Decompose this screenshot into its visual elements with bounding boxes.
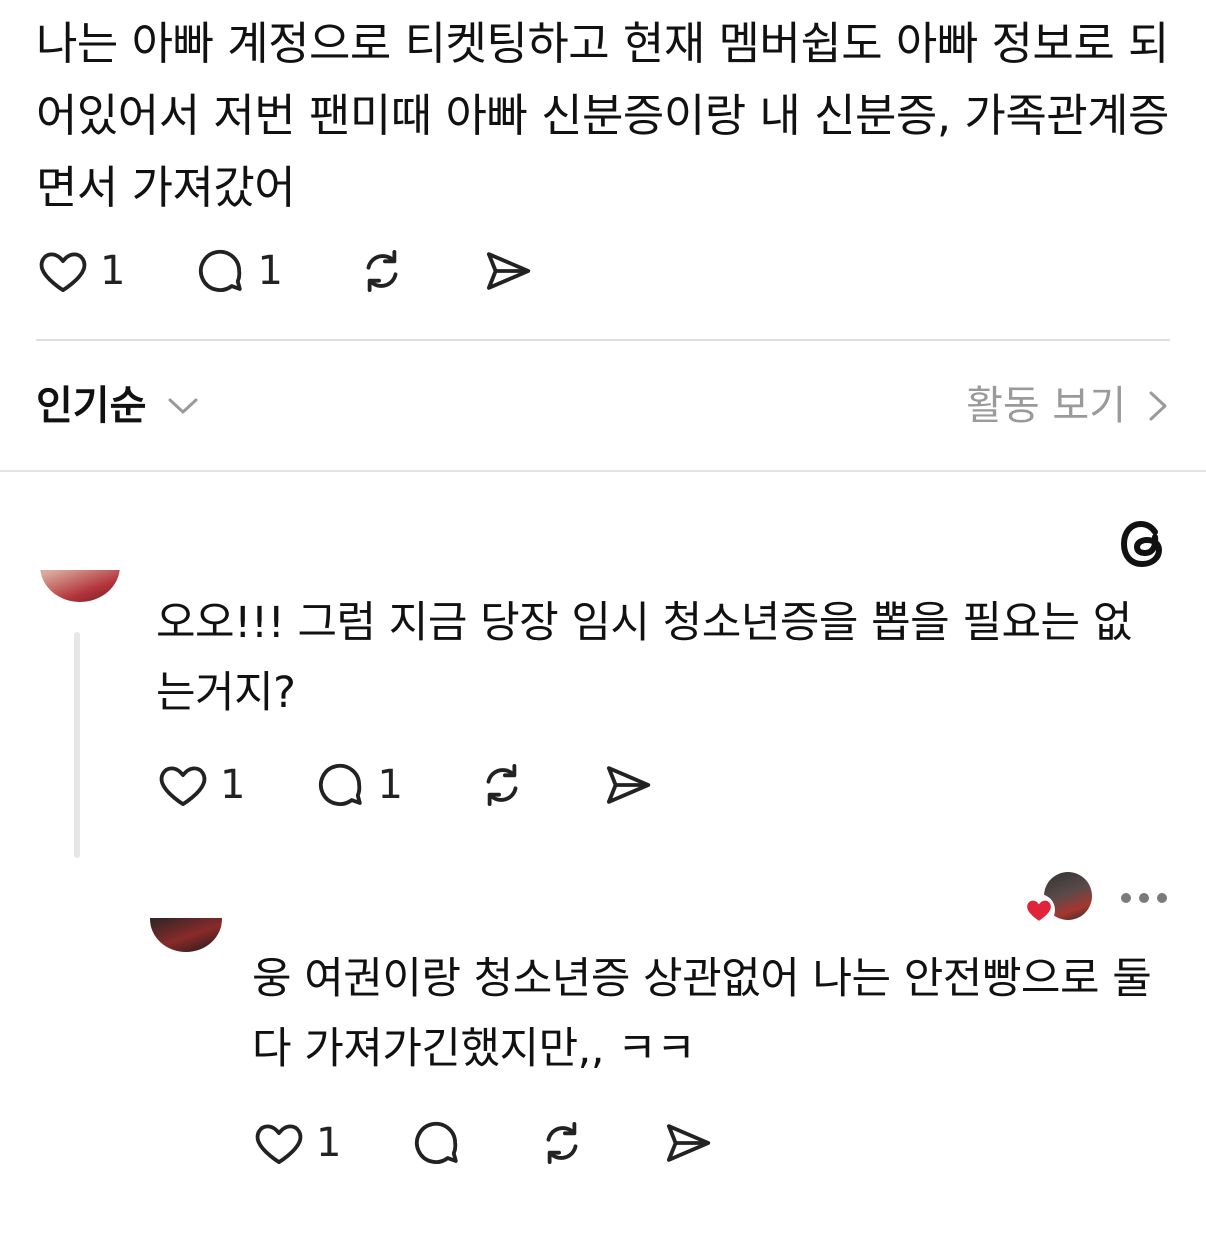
view-activity-link[interactable]: 활동 보기	[966, 378, 1172, 434]
comment-bubble-icon	[319, 763, 363, 806]
heart-badge-icon	[1023, 894, 1055, 926]
reply-text: 웅 여권이랑 청소년증 상관없어 나는 안전빵으로 둘다 가져가긴했지만,, ㅋ…	[252, 954, 1152, 1074]
comment-actions: 1 1	[156, 758, 655, 812]
comment-bubble-icon	[199, 249, 243, 292]
send-icon	[606, 766, 651, 804]
post-divider	[36, 339, 1170, 341]
repost-icon	[547, 1121, 578, 1165]
repost-icon	[366, 249, 398, 293]
sort-dropdown[interactable]: 인기순	[36, 378, 146, 434]
heart-icon	[159, 766, 207, 807]
chevron-right-icon	[1149, 391, 1167, 421]
like-count: 1	[220, 762, 246, 808]
threads-logo-icon	[1120, 520, 1163, 568]
comment-text: 오오!!! 그럼 지금 당장 임시 청소년증을 뽑을 필요는 없는거지?	[156, 598, 1132, 718]
send-icon	[486, 252, 531, 290]
repost-button[interactable]	[355, 244, 409, 298]
reply-count: 1	[377, 762, 403, 808]
hidden-username-mask	[0, 490, 1110, 570]
reply-actions: 1	[252, 1116, 715, 1170]
reply-count: 1	[257, 248, 283, 294]
like-count: 1	[316, 1120, 342, 1166]
like-button[interactable]: 1	[252, 1116, 341, 1170]
reply-button[interactable]: 1	[193, 244, 283, 298]
share-button[interactable]	[661, 1116, 715, 1170]
like-button[interactable]: 1	[36, 244, 125, 298]
view-activity-label: 활동 보기	[966, 383, 1126, 429]
hidden-username-mask	[130, 866, 1010, 918]
reply-button[interactable]: 1	[313, 758, 403, 812]
more-dots-icon[interactable]	[1120, 892, 1168, 904]
comment-bubble-icon	[415, 1121, 459, 1164]
thread-line	[74, 632, 80, 858]
heart-icon	[39, 252, 87, 293]
send-icon	[667, 1124, 711, 1162]
reply-button[interactable]	[409, 1116, 463, 1170]
section-divider	[0, 470, 1206, 472]
post-actions: 1 1	[36, 244, 535, 298]
post-text: 나는 아빠 계정으로 티켓팅하고 현재 멤버쉽도 아빠 정보로 되어있어서 저번…	[36, 17, 1169, 214]
heart-icon	[255, 1124, 303, 1165]
share-button[interactable]	[481, 244, 535, 298]
repost-button[interactable]	[535, 1116, 589, 1170]
repost-button[interactable]	[475, 758, 529, 812]
chevron-down-icon[interactable]	[166, 392, 200, 420]
like-count: 1	[100, 248, 126, 294]
share-button[interactable]	[601, 758, 655, 812]
repost-icon	[486, 763, 518, 807]
like-button[interactable]: 1	[156, 758, 245, 812]
